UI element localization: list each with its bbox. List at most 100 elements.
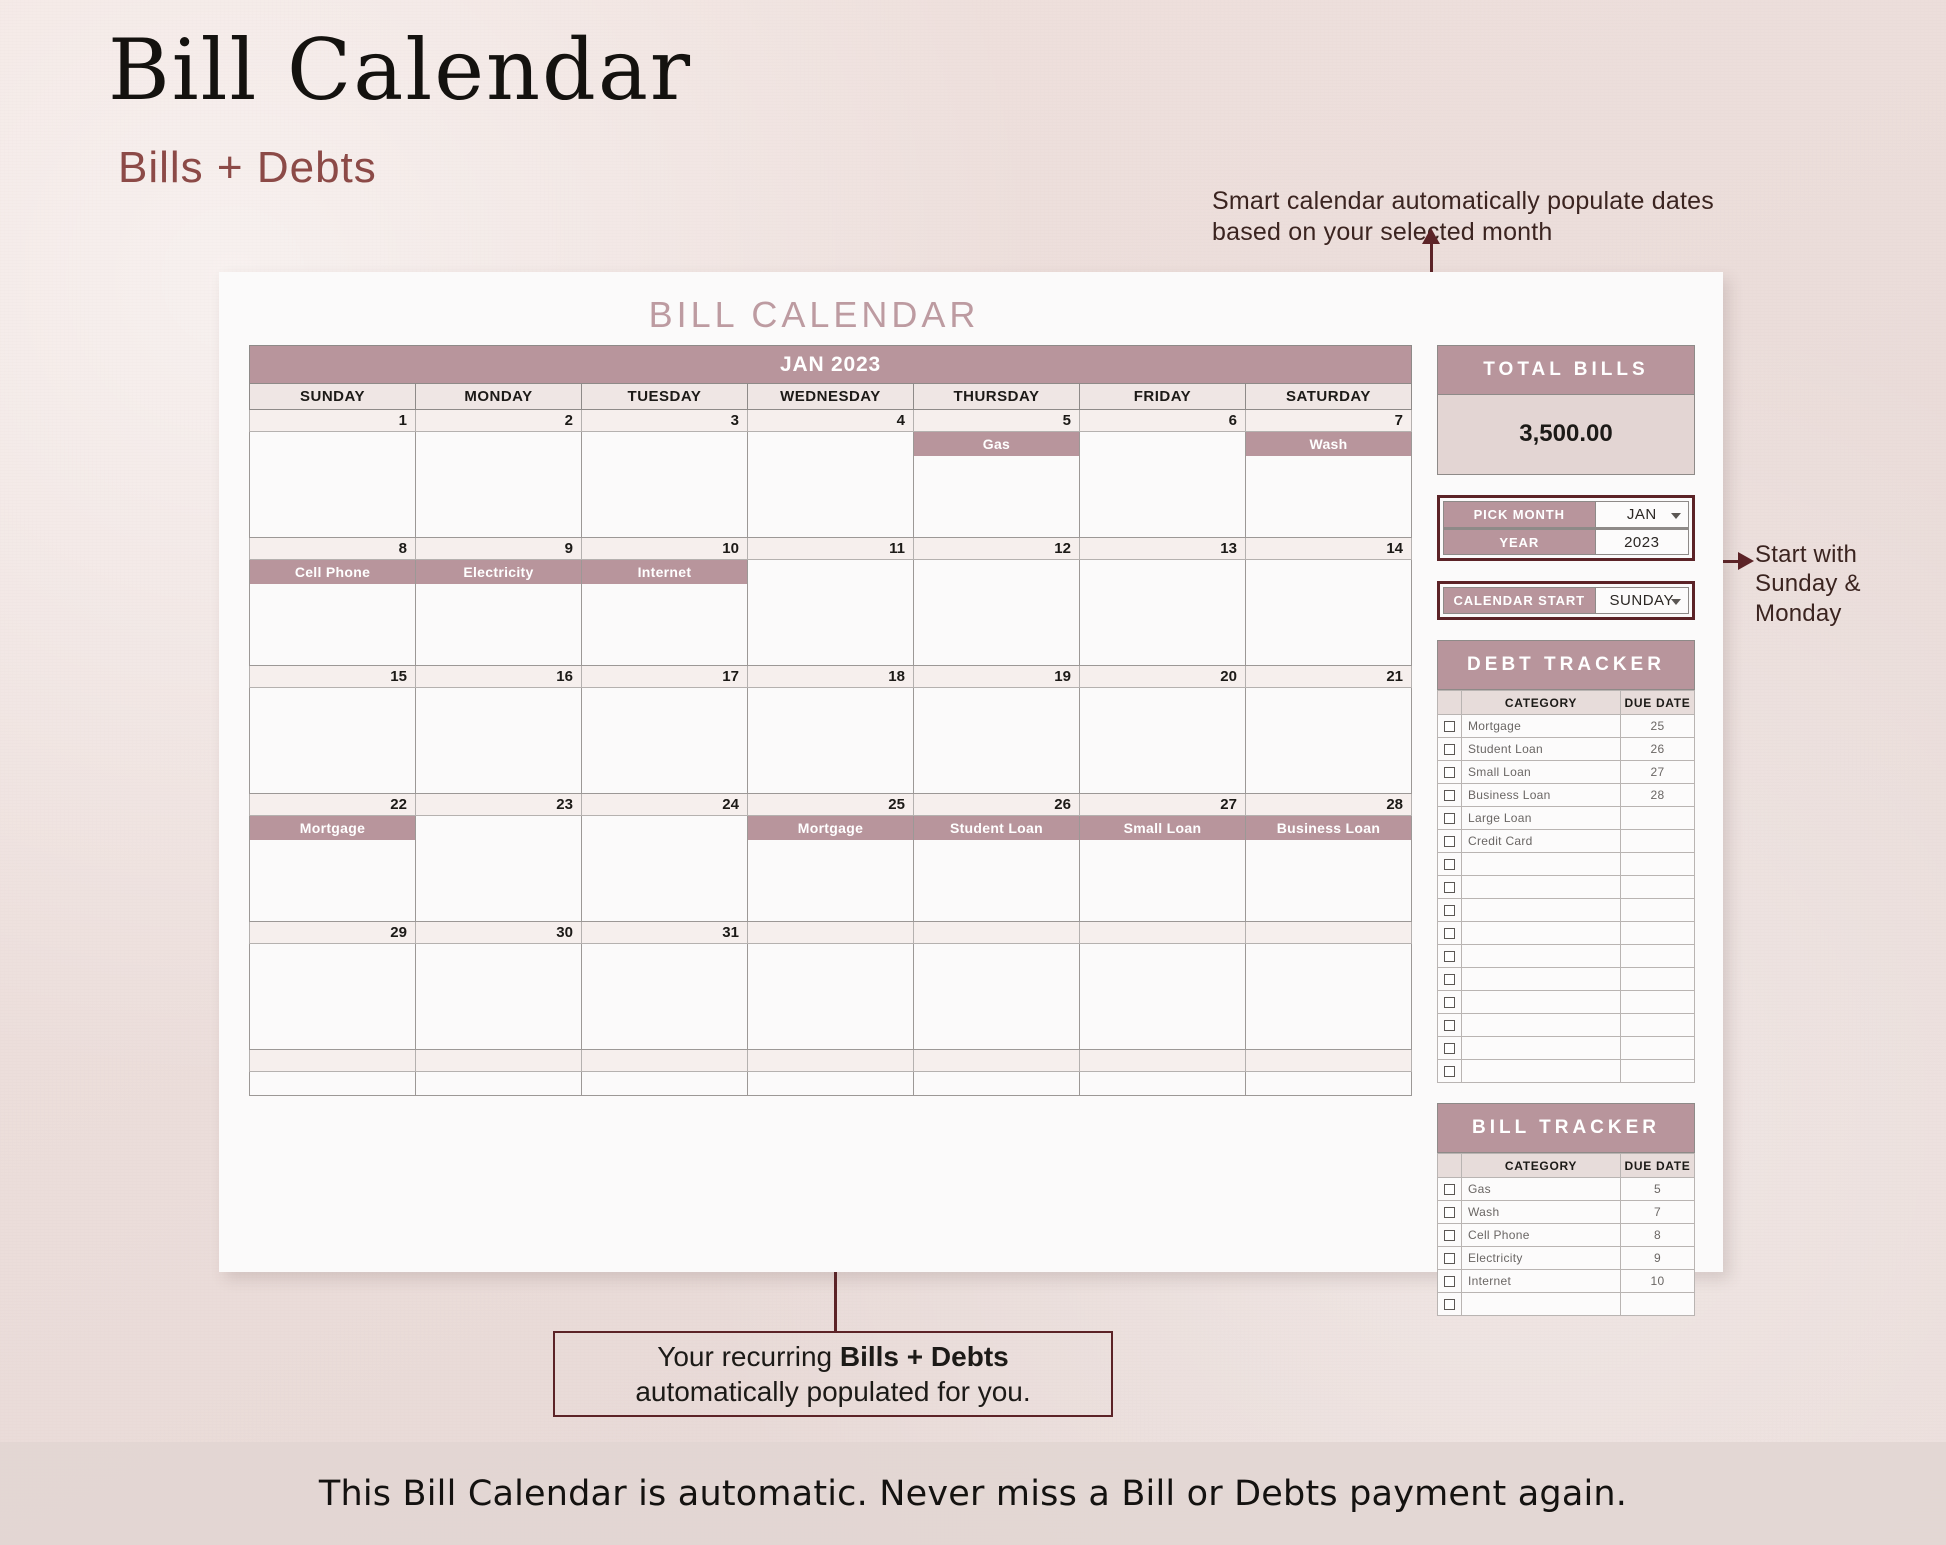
row-category-cell[interactable] [1461,1059,1621,1083]
row-checkbox-cell[interactable] [1437,760,1462,784]
row-category-cell[interactable] [1461,875,1621,899]
calendar-day-cell[interactable]: Business Loan [1244,815,1413,922]
row-checkbox-cell[interactable] [1437,875,1462,899]
checkbox-icon[interactable] [1444,767,1455,779]
chevron-down-icon[interactable] [1671,598,1681,605]
calendar-day-cell[interactable] [580,431,748,538]
calendar-day-cell[interactable]: Internet [580,559,748,666]
year-row[interactable]: YEAR 2023 [1443,528,1689,555]
calendar-day-cell[interactable]: Small Loan [1078,815,1246,922]
row-due-date-cell[interactable] [1620,921,1695,945]
row-due-date-cell[interactable] [1620,875,1695,899]
row-checkbox-cell[interactable] [1437,967,1462,991]
calendar-day-cell[interactable] [1244,943,1413,1050]
row-checkbox-cell[interactable] [1437,1269,1462,1293]
calendar-day-cell[interactable] [1078,687,1246,794]
row-due-date-cell[interactable] [1620,1292,1695,1316]
row-checkbox-cell[interactable] [1437,944,1462,968]
row-category-cell[interactable] [1461,921,1621,945]
calendar-day-cell[interactable] [746,1071,914,1096]
row-category-cell[interactable]: Business Loan [1461,783,1621,807]
checkbox-icon[interactable] [1444,790,1455,802]
calendar-day-cell[interactable]: Mortgage [249,815,416,922]
row-category-cell[interactable]: Small Loan [1461,760,1621,784]
row-category-cell[interactable]: Wash [1461,1200,1621,1224]
year-input[interactable]: 2023 [1595,529,1689,555]
calendar-day-cell[interactable]: Student Loan [912,815,1080,922]
calendar-day-cell[interactable] [414,815,582,922]
calendar-event-label[interactable]: Small Loan [1079,816,1245,840]
row-category-cell[interactable]: Cell Phone [1461,1223,1621,1247]
calendar-day-cell[interactable]: Wash [1244,431,1413,538]
row-category-cell[interactable]: Credit Card [1461,829,1621,853]
row-category-cell[interactable]: Internet [1461,1269,1621,1293]
checkbox-icon[interactable] [1444,859,1455,871]
calendar-event-label[interactable]: Mortgage [250,816,415,840]
checkbox-icon[interactable] [1444,1184,1455,1196]
calendar-day-cell[interactable] [414,943,582,1050]
calendar-day-cell[interactable] [1244,687,1413,794]
checkbox-icon[interactable] [1444,1020,1455,1032]
row-due-date-cell[interactable] [1620,944,1695,968]
calendar-day-cell[interactable] [414,1071,582,1096]
row-due-date-cell[interactable] [1620,829,1695,853]
calendar-day-cell[interactable] [249,1071,416,1096]
chevron-down-icon[interactable] [1671,512,1681,519]
checkbox-icon[interactable] [1444,997,1455,1009]
calendar-day-cell[interactable] [1078,943,1246,1050]
calendar-day-cell[interactable] [1078,431,1246,538]
checkbox-icon[interactable] [1444,1066,1455,1078]
calendar-day-cell[interactable] [1078,559,1246,666]
checkbox-icon[interactable] [1444,882,1455,894]
calendar-day-cell[interactable] [746,559,914,666]
calendar-start-row[interactable]: CALENDAR START SUNDAY [1443,587,1689,614]
calendar-day-cell[interactable] [1244,1071,1413,1096]
row-checkbox-cell[interactable] [1437,1177,1462,1201]
calendar-day-cell[interactable]: Mortgage [746,815,914,922]
row-due-date-cell[interactable] [1620,967,1695,991]
checkbox-icon[interactable] [1444,974,1455,986]
row-due-date-cell[interactable]: 5 [1620,1177,1695,1201]
calendar-day-cell[interactable] [580,943,748,1050]
calendar-day-cell[interactable]: Cell Phone [249,559,416,666]
row-due-date-cell[interactable] [1620,1059,1695,1083]
row-category-cell[interactable] [1461,1292,1621,1316]
row-checkbox-cell[interactable] [1437,1200,1462,1224]
calendar-day-cell[interactable] [746,943,914,1050]
calendar-day-cell[interactable] [912,559,1080,666]
checkbox-icon[interactable] [1444,744,1455,756]
calendar-day-cell[interactable] [249,431,416,538]
row-category-cell[interactable] [1461,1036,1621,1060]
row-due-date-cell[interactable]: 25 [1620,714,1695,738]
row-checkbox-cell[interactable] [1437,783,1462,807]
calendar-event-label[interactable]: Cell Phone [250,560,415,584]
row-due-date-cell[interactable]: 9 [1620,1246,1695,1270]
calendar-event-label[interactable]: Electricity [415,560,581,584]
row-checkbox-cell[interactable] [1437,737,1462,761]
calendar-day-cell[interactable] [249,687,416,794]
calendar-day-cell[interactable] [580,1071,748,1096]
checkbox-icon[interactable] [1444,721,1455,733]
row-category-cell[interactable] [1461,990,1621,1014]
calendar-day-cell[interactable] [249,943,416,1050]
calendar-day-cell[interactable] [1244,559,1413,666]
calendar-day-cell[interactable] [912,687,1080,794]
row-category-cell[interactable]: Large Loan [1461,806,1621,830]
row-category-cell[interactable]: Gas [1461,1177,1621,1201]
calendar-day-cell[interactable] [912,943,1080,1050]
row-due-date-cell[interactable]: 7 [1620,1200,1695,1224]
row-due-date-cell[interactable] [1620,1013,1695,1037]
calendar-day-cell[interactable] [1078,1071,1246,1096]
row-checkbox-cell[interactable] [1437,852,1462,876]
calendar-event-label[interactable]: Internet [581,560,747,584]
row-checkbox-cell[interactable] [1437,714,1462,738]
calendar-day-cell[interactable] [414,431,582,538]
checkbox-icon[interactable] [1444,1230,1455,1242]
calendar-event-label[interactable]: Business Loan [1245,816,1411,840]
checkbox-icon[interactable] [1444,928,1455,940]
row-category-cell[interactable]: Student Loan [1461,737,1621,761]
calendar-event-label[interactable]: Gas [913,432,1079,456]
checkbox-icon[interactable] [1444,1299,1455,1311]
row-category-cell[interactable] [1461,1013,1621,1037]
row-checkbox-cell[interactable] [1437,1059,1462,1083]
